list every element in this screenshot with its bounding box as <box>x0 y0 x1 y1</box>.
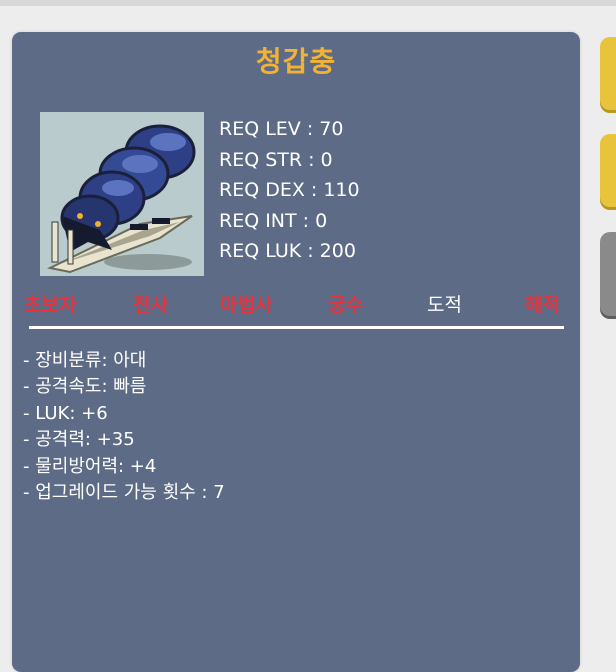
job-beginner: 초보자 <box>24 294 77 316</box>
job-pirate: 해적 <box>525 294 560 316</box>
req-level: REQ LEV : 70 <box>219 118 344 140</box>
job-warrior: 전사 <box>133 294 168 316</box>
item-tooltip-card: 청갑충 REQ LEV: 70 REQ STR: 0 REQ DEX: 1… <box>12 32 580 672</box>
req-str: REQ STR : 0 <box>219 148 333 171</box>
job-magician: 마법사 <box>220 294 273 316</box>
stat-attack: - 공격력: +35 <box>23 429 135 451</box>
side-button-2[interactable] <box>600 134 616 207</box>
req-int: REQ INT : 0 <box>219 209 328 232</box>
job-thief: 도적 <box>427 294 462 316</box>
req-dex: REQ DEX : 110 <box>219 179 360 201</box>
side-button-1[interactable] <box>600 37 616 110</box>
divider <box>29 326 564 329</box>
item-stats: - 장비분류: 아대 - 공격속도: 빠름 - LUK: +6 - 공격력: +… <box>23 348 225 506</box>
stat-luk: - LUK: +6 <box>23 402 108 424</box>
stat-attack-speed: - 공격속도: 빠름 <box>23 376 147 398</box>
stat-upgrade-slots: - 업그레이드 가능 횟수 : 7 <box>23 481 225 503</box>
stat-defense: - 물리방어력: +4 <box>23 455 157 477</box>
side-button-3[interactable] <box>600 232 616 316</box>
job-restrictions: 초보자 전사 마법사 궁수 도적 해적 <box>12 290 580 320</box>
item-image <box>40 112 204 276</box>
item-name: 청갑충 <box>255 45 337 78</box>
requirements-list: REQ LEV : 70 REQ STR : 0 REQ DEX : 110 R… <box>219 114 360 267</box>
stat-category: - 장비분류: 아대 <box>23 350 147 371</box>
req-luk: REQ LUK : 200 <box>219 240 356 262</box>
armored-beetle-icon <box>40 112 204 276</box>
top-border <box>0 0 616 6</box>
job-bowman: 궁수 <box>328 294 363 316</box>
